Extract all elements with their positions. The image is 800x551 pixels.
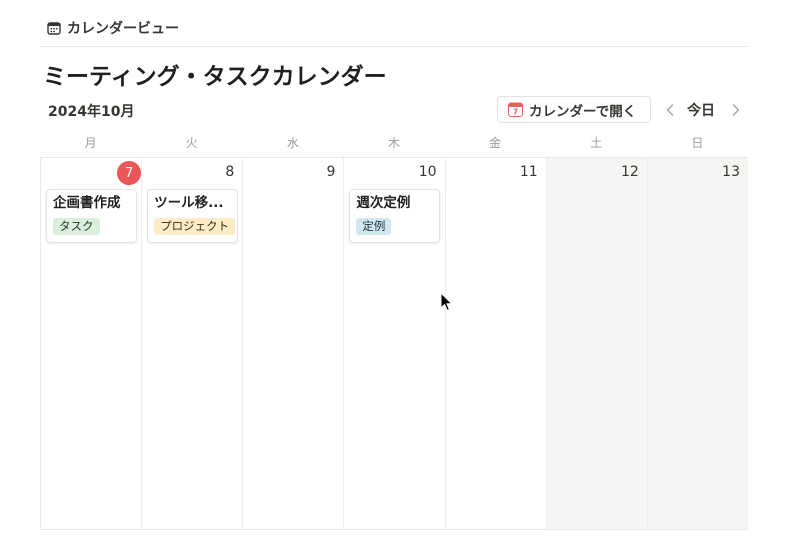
weekday-wed: 水 — [286, 136, 299, 150]
day-number: 8 — [225, 164, 235, 180]
calendar-week-grid: 7 企画書作成 タスク 8 ツール移... プロジェクト 9 10 週次定例 定… — [40, 157, 748, 530]
next-month-button[interactable] — [728, 100, 744, 120]
day-number-today: 7 — [117, 161, 142, 185]
weekday-sat: 土 — [590, 136, 603, 150]
mouse-cursor-icon — [440, 292, 453, 312]
event-tag: 定例 — [356, 218, 392, 235]
calendar-page: カレンダービュー ミーティング・タスクカレンダー 2024年10月 7 カレンダ… — [0, 0, 800, 551]
calendar-icon — [47, 22, 61, 35]
day-cell[interactable]: 11 — [446, 158, 547, 529]
open-in-calendar-button[interactable]: 7 カレンダーで開く — [497, 96, 651, 123]
weekday-header: 月 火 水 木 金 土 日 — [40, 134, 748, 150]
page-title: ミーティング・タスクカレンダー — [43, 64, 387, 90]
day-number: 11 — [519, 164, 538, 180]
day-cell[interactable]: 7 企画書作成 タスク — [41, 158, 143, 529]
calendar-day-icon: 7 — [508, 102, 523, 117]
day-cell[interactable]: 8 ツール移... プロジェクト — [142, 158, 244, 529]
event-tag: タスク — [53, 218, 100, 235]
event-card[interactable]: 企画書作成 タスク — [46, 189, 137, 243]
event-tag: プロジェクト — [154, 218, 236, 235]
day-cell[interactable]: 9 — [243, 158, 345, 529]
event-card[interactable]: ツール移... プロジェクト — [147, 189, 239, 243]
day-number: 12 — [621, 164, 639, 180]
event-title: 週次定例 — [356, 195, 411, 211]
event-card[interactable]: 週次定例 定例 — [349, 189, 441, 243]
open-in-calendar-label: カレンダーで開く — [529, 103, 637, 120]
weekday-sun: 日 — [691, 136, 704, 150]
chevron-right-icon — [732, 104, 740, 116]
day-cell-weekend[interactable]: 13 — [647, 158, 748, 529]
event-title: ツール移... — [154, 195, 224, 211]
day-cell[interactable]: 10 週次定例 定例 — [344, 158, 446, 529]
view-divider — [40, 46, 748, 47]
weekday-fri: 金 — [489, 136, 502, 150]
weekday-thu: 木 — [387, 136, 400, 150]
day-number: 10 — [418, 164, 437, 180]
view-tab-label: カレンダービュー — [67, 21, 179, 37]
weekday-tue: 火 — [185, 136, 198, 150]
chevron-left-icon — [666, 104, 674, 116]
calendar-day-icon-number: 7 — [513, 108, 518, 117]
weekday-mon: 月 — [84, 136, 97, 150]
day-number: 9 — [326, 164, 336, 180]
event-title: 企画書作成 — [53, 195, 121, 211]
prev-month-button[interactable] — [662, 100, 678, 120]
view-tab-calendar[interactable]: カレンダービュー — [47, 17, 179, 39]
today-button[interactable]: 今日 — [687, 100, 715, 120]
month-label: 2024年10月 — [48, 104, 135, 120]
day-number: 13 — [722, 164, 740, 180]
day-cell-weekend[interactable]: 12 — [546, 158, 648, 529]
